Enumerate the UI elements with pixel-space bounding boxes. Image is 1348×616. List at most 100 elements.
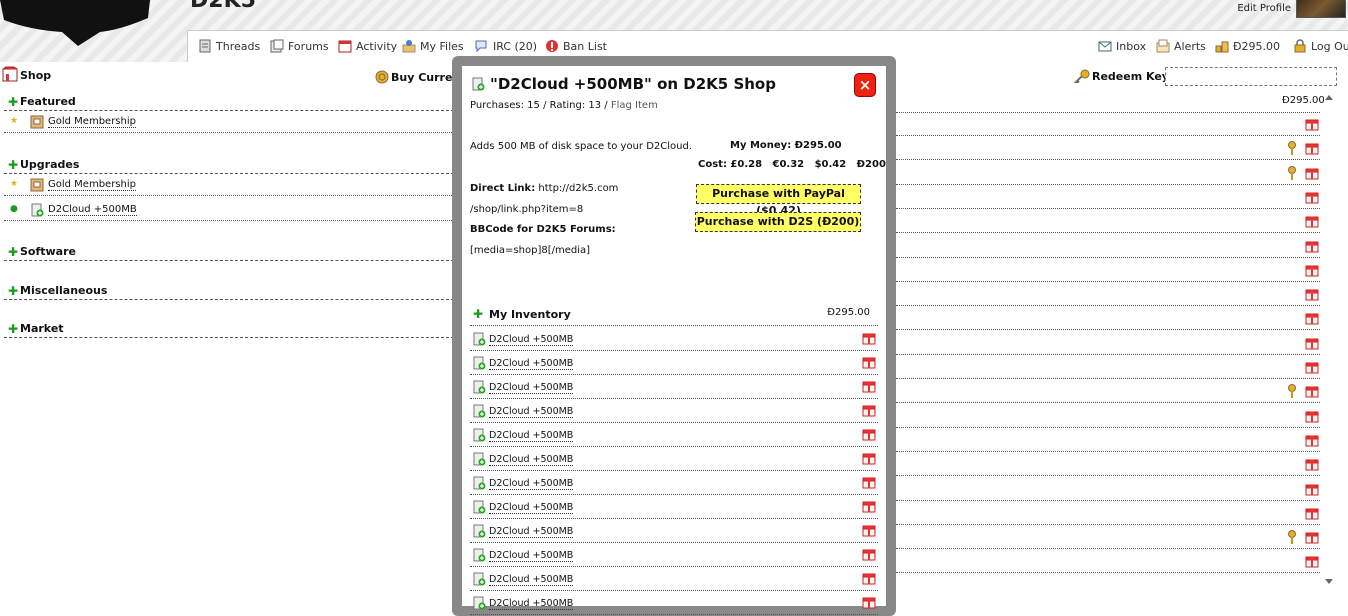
- inventory-item-label[interactable]: D2Cloud +500MB: [489, 526, 574, 538]
- inventory-row[interactable]: D2Cloud +500MB: [470, 471, 878, 495]
- purchase-paypal-button[interactable]: Purchase with PayPal ($0.42): [696, 184, 861, 217]
- inventory-header[interactable]: ✚ My Inventory Đ295.00: [470, 304, 878, 326]
- inventory-item-label[interactable]: D2Cloud +500MB: [489, 430, 574, 442]
- nav-my-files[interactable]: My Files: [402, 39, 464, 53]
- inventory-balance-background: Đ295.00: [1282, 95, 1325, 106]
- inventory-row[interactable]: D2Cloud +500MB: [470, 375, 878, 399]
- inventory-row[interactable]: D2Cloud +500MB: [470, 423, 878, 447]
- gift-icon[interactable]: [862, 331, 876, 345]
- gift-icon[interactable]: [1305, 287, 1319, 301]
- key-icon[interactable]: [1287, 384, 1297, 399]
- inventory-item-label[interactable]: D2Cloud +500MB: [489, 550, 574, 562]
- gift-icon[interactable]: [862, 379, 876, 393]
- inventory-item-label[interactable]: D2Cloud +500MB: [489, 478, 574, 490]
- inventory-row[interactable]: D2Cloud +500MB: [470, 495, 878, 519]
- gift-icon[interactable]: [1305, 554, 1319, 568]
- gift-icon[interactable]: [1305, 482, 1319, 496]
- gift-icon[interactable]: [862, 547, 876, 561]
- list-item[interactable]: ● D2Cloud +500MB: [4, 199, 464, 221]
- inventory-item-label[interactable]: D2Cloud +500MB: [489, 454, 574, 466]
- inventory-row[interactable]: D2Cloud +500MB: [470, 567, 878, 591]
- gift-icon[interactable]: [1305, 311, 1319, 325]
- expand-plus-icon: ✚: [8, 322, 19, 336]
- scrollbar[interactable]: [1322, 92, 1336, 590]
- flag-item-link[interactable]: Flag Item: [611, 100, 658, 111]
- gift-icon[interactable]: [1305, 409, 1319, 423]
- gift-icon[interactable]: [862, 427, 876, 441]
- nav-activity[interactable]: Activity: [338, 39, 397, 53]
- gift-icon[interactable]: [1305, 141, 1319, 155]
- gift-icon[interactable]: [862, 499, 876, 513]
- site-title[interactable]: D2K5: [190, 0, 256, 13]
- gift-icon[interactable]: [1305, 360, 1319, 374]
- gift-icon[interactable]: [862, 355, 876, 369]
- gift-icon[interactable]: [862, 403, 876, 417]
- gift-icon[interactable]: [862, 523, 876, 537]
- direct-link-url-cont[interactable]: /shop/link.php?item=8: [470, 204, 583, 215]
- inventory-row[interactable]: D2Cloud +500MB: [470, 351, 878, 375]
- nav-balance[interactable]: Đ295.00: [1215, 39, 1280, 53]
- inventory-item-label[interactable]: D2Cloud +500MB: [489, 358, 574, 370]
- row-divider: [896, 329, 1320, 331]
- row-divider: [896, 135, 1320, 136]
- gift-icon[interactable]: [1305, 190, 1319, 204]
- key-icon[interactable]: [1287, 165, 1297, 180]
- gift-icon[interactable]: [1305, 457, 1319, 471]
- inventory-item-label[interactable]: D2Cloud +500MB: [489, 382, 574, 394]
- inventory-row[interactable]: D2Cloud +500MB: [470, 543, 878, 567]
- purchase-d2s-button[interactable]: Purchase with D2S (Đ200): [695, 212, 861, 232]
- inventory-row[interactable]: D2Cloud +500MB: [470, 591, 878, 615]
- item-stats: Purchases: 15 / Rating: 13 / Flag Item: [470, 100, 658, 111]
- nav-ban-list[interactable]: Ban List: [545, 39, 607, 53]
- key-icon[interactable]: [1287, 141, 1297, 156]
- section-miscellaneous[interactable]: ✚ Miscellaneous: [4, 280, 464, 300]
- inventory-title: My Inventory: [489, 308, 571, 321]
- gift-icon[interactable]: [862, 451, 876, 465]
- bbcode-value[interactable]: [media=shop]8[/media]: [470, 245, 590, 256]
- gift-icon[interactable]: [1305, 263, 1319, 277]
- gift-icon[interactable]: [1305, 506, 1319, 520]
- gift-icon[interactable]: [862, 595, 876, 609]
- nav-alerts[interactable]: Alerts: [1156, 39, 1206, 53]
- gift-icon[interactable]: [1305, 166, 1319, 180]
- inventory-item-label[interactable]: D2Cloud +500MB: [489, 502, 574, 514]
- gift-icon[interactable]: [1305, 336, 1319, 350]
- inventory-row[interactable]: D2Cloud +500MB: [470, 447, 878, 471]
- gift-icon[interactable]: [1305, 530, 1319, 544]
- nav-inbox[interactable]: Inbox: [1098, 39, 1146, 53]
- gift-icon[interactable]: [1305, 214, 1319, 228]
- site-logo[interactable]: [0, 0, 150, 48]
- nav-threads[interactable]: Threads: [198, 39, 260, 53]
- inventory-item-label[interactable]: D2Cloud +500MB: [489, 574, 574, 586]
- close-button[interactable]: ×: [854, 73, 876, 97]
- gift-icon[interactable]: [862, 475, 876, 489]
- key-icon[interactable]: [1287, 530, 1297, 545]
- list-item[interactable]: ★ Gold Membership: [4, 111, 464, 133]
- edit-profile-link[interactable]: Edit Profile: [1237, 3, 1291, 14]
- list-item[interactable]: ★ Gold Membership: [4, 174, 464, 196]
- section-upgrades[interactable]: ✚ Upgrades: [4, 154, 464, 174]
- row-divider: [896, 183, 1320, 185]
- gift-icon[interactable]: [1305, 433, 1319, 447]
- inventory-item-label[interactable]: D2Cloud +500MB: [489, 598, 574, 610]
- bbcode-label: BBCode for D2K5 Forums:: [470, 224, 616, 235]
- redeem-keys-input[interactable]: [1165, 67, 1337, 86]
- nav-logout[interactable]: Log Out: [1293, 39, 1348, 53]
- row-divider: [896, 207, 1320, 209]
- gift-icon[interactable]: [1305, 117, 1319, 131]
- gift-icon[interactable]: [1305, 384, 1319, 398]
- inventory-row[interactable]: D2Cloud +500MB: [470, 519, 878, 543]
- gift-icon[interactable]: [862, 571, 876, 585]
- avatar[interactable]: [1296, 0, 1346, 18]
- gift-icon[interactable]: [1305, 239, 1319, 253]
- section-software[interactable]: ✚ Software: [4, 241, 464, 261]
- nav-irc[interactable]: IRC (20): [475, 39, 537, 53]
- inventory-row[interactable]: D2Cloud +500MB: [470, 327, 878, 351]
- nav-forums[interactable]: Forums: [270, 39, 329, 53]
- inventory-item-label[interactable]: D2Cloud +500MB: [489, 406, 574, 418]
- direct-link-url[interactable]: http://d2k5.com: [538, 183, 618, 194]
- inventory-row[interactable]: D2Cloud +500MB: [470, 399, 878, 423]
- section-featured[interactable]: ✚ Featured: [4, 91, 464, 111]
- inventory-item-label[interactable]: D2Cloud +500MB: [489, 334, 574, 346]
- section-market[interactable]: ✚ Market: [4, 318, 464, 338]
